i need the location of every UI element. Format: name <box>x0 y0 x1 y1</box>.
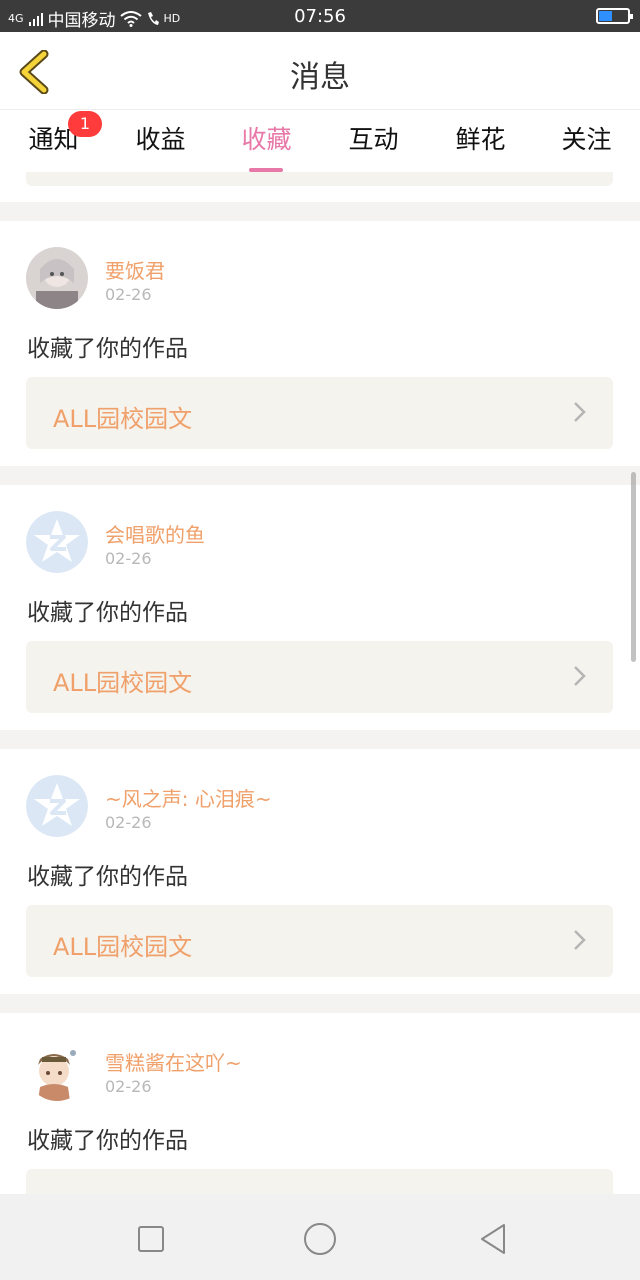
status-time: 07:56 <box>294 6 346 27</box>
chevron-right-icon <box>574 930 586 950</box>
list-item: 要饭君 02-26 收藏了你的作品 ALL园校园文 <box>0 221 640 466</box>
default-star-avatar-icon <box>26 775 88 837</box>
system-nav-bar <box>0 1194 640 1280</box>
user-avatar[interactable] <box>26 775 88 837</box>
tab-earnings[interactable]: 收益 <box>107 120 214 168</box>
item-date: 02-26 <box>105 285 152 304</box>
user-avatar[interactable] <box>26 1039 88 1101</box>
chevron-right-icon <box>574 666 586 686</box>
list-item: 雪糕酱在这吖~ 02-26 收藏了你的作品 <box>0 1013 640 1194</box>
tab-label: 收益 <box>135 125 186 154</box>
work-link[interactable]: ALL园校园文 <box>26 641 613 713</box>
home-button[interactable] <box>300 1219 340 1259</box>
tab-label: 互动 <box>348 125 399 154</box>
username[interactable]: 要饭君 <box>105 255 165 284</box>
username[interactable]: 雪糕酱在这吖~ <box>105 1047 242 1076</box>
notification-badge: 1 <box>68 111 102 137</box>
tab-follow[interactable]: 关注 <box>533 120 640 168</box>
scrollbar[interactable] <box>631 472 636 662</box>
circle-home-icon <box>304 1223 336 1255</box>
work-link[interactable] <box>26 1169 613 1194</box>
tab-bar: 通知 1 收益 收藏 互动 鲜花 关注 <box>0 110 640 172</box>
tab-flowers[interactable]: 鲜花 <box>427 120 534 168</box>
list-item: ~风之声: 心泪痕~ 02-26 收藏了你的作品 ALL园校园文 <box>0 749 640 994</box>
nav-back-button[interactable] <box>472 1219 512 1259</box>
item-date: 02-26 <box>105 813 152 832</box>
work-title: ALL园校园文 <box>53 669 193 697</box>
chevron-right-icon <box>574 402 586 422</box>
work-link-partial <box>26 172 613 186</box>
app-header: 消息 <box>0 32 640 110</box>
tab-label: 鲜花 <box>455 125 506 154</box>
list-item: 会唱歌的鱼 02-26 收藏了你的作品 ALL园校园文 <box>0 485 640 730</box>
work-title: ALL园校园文 <box>53 405 193 433</box>
work-title: ALL园校园文 <box>53 933 193 961</box>
tab-interactions[interactable]: 互动 <box>320 120 427 168</box>
user-avatar[interactable] <box>26 247 88 309</box>
battery-level <box>599 11 612 21</box>
photo-avatar-icon <box>26 247 88 309</box>
recent-apps-button[interactable] <box>131 1219 171 1259</box>
username[interactable]: 会唱歌的鱼 <box>105 519 205 548</box>
action-text: 收藏了你的作品 <box>27 864 188 890</box>
user-avatar[interactable] <box>26 511 88 573</box>
default-star-avatar-icon <box>26 511 88 573</box>
username[interactable]: ~风之声: 心泪痕~ <box>105 783 272 812</box>
item-date: 02-26 <box>105 1077 152 1096</box>
tab-notifications[interactable]: 通知 1 <box>0 111 107 168</box>
action-text: 收藏了你的作品 <box>27 600 188 626</box>
square-recent-icon <box>138 1226 164 1252</box>
item-date: 02-26 <box>105 549 152 568</box>
action-text: 收藏了你的作品 <box>27 1128 188 1154</box>
work-link[interactable]: ALL园校园文 <box>26 905 613 977</box>
triangle-back-icon <box>481 1224 505 1254</box>
action-text: 收藏了你的作品 <box>27 336 188 362</box>
tab-favorites[interactable]: 收藏 <box>213 120 320 172</box>
tab-label: 关注 <box>561 125 612 154</box>
tab-label: 收藏 <box>241 125 292 154</box>
list-item-partial <box>0 172 640 202</box>
page-title: 消息 <box>290 60 350 95</box>
status-bar: 4G 中国移动 HD 07:56 <box>0 0 640 32</box>
work-link[interactable]: ALL园校园文 <box>26 377 613 449</box>
anime-avatar-icon <box>26 1039 88 1101</box>
favorites-list[interactable]: 要饭君 02-26 收藏了你的作品 ALL园校园文 会唱歌的鱼 02-26 收藏… <box>0 172 640 1194</box>
battery-icon <box>596 8 633 24</box>
